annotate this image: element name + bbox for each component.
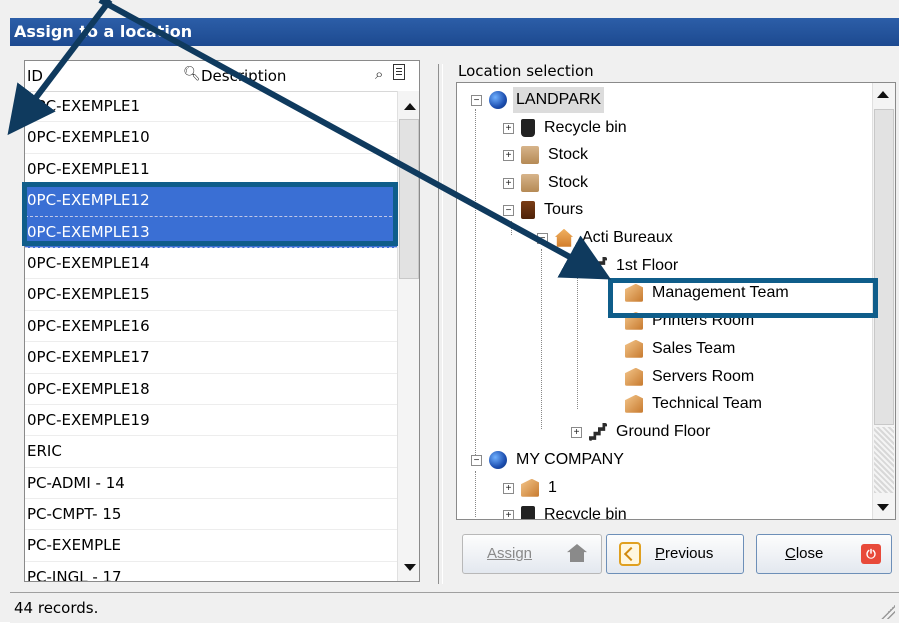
box-icon (521, 145, 539, 164)
close-button[interactable]: Close ⏻ (756, 534, 892, 574)
list-item[interactable]: ERIC (25, 436, 397, 468)
tree-node-1[interactable]: + 1 (503, 475, 560, 501)
location-tree[interactable]: − LANDPARK + Recycle bin + Stock + Stock… (456, 82, 896, 520)
power-icon: ⏻ (861, 544, 881, 564)
list-item[interactable]: PC-EXEMPLE (25, 530, 397, 562)
collapse-icon[interactable]: − (471, 95, 482, 106)
tree-node-stock[interactable]: + Stock (503, 170, 591, 196)
trash-icon (521, 505, 535, 519)
list-item[interactable]: 0PC-EXEMPLE16 (25, 311, 397, 343)
room-icon (521, 478, 539, 497)
stairs-icon (589, 256, 607, 275)
expand-icon[interactable]: + (503, 178, 514, 189)
house-icon (555, 228, 573, 247)
expand-icon[interactable]: + (503, 483, 514, 494)
list-item[interactable]: 0PC-EXEMPLE15 (25, 279, 397, 311)
filter-icon[interactable] (393, 64, 405, 80)
tree-node-sales-team[interactable]: Sales Team (625, 336, 738, 362)
list-item[interactable]: 0PC-EXEMPLE18 (25, 374, 397, 405)
stairs-icon (589, 422, 607, 441)
resize-grip[interactable] (881, 605, 895, 619)
tree-node-my-company[interactable]: − MY COMPANY (471, 447, 627, 473)
list-header: ID 🔍︎ Description ⌕ (25, 61, 419, 92)
list-item-selected[interactable]: 0PC-EXEMPLE12 (25, 185, 397, 217)
previous-button[interactable]: Previous (606, 534, 744, 574)
room-icon (625, 394, 643, 413)
list-item[interactable]: 0PC-EXEMPLE10 (25, 122, 397, 154)
room-icon (625, 283, 643, 302)
tree-node-technical-team[interactable]: Technical Team (625, 391, 765, 417)
window-title: Assign to a location (10, 18, 899, 46)
list-item[interactable]: PC-INGL - 17 (25, 562, 397, 581)
tree-node-recycle-bin-2[interactable]: + Recycle bin (503, 502, 630, 519)
scroll-track[interactable] (874, 427, 894, 493)
list-item-selected[interactable]: 0PC-EXEMPLE13 (25, 216, 397, 248)
tree-node-servers-room[interactable]: Servers Room (625, 364, 757, 390)
collapse-icon[interactable]: − (471, 455, 482, 466)
expand-icon[interactable]: + (503, 123, 514, 134)
tree-node-tours[interactable]: − Tours (503, 197, 586, 223)
globe-icon (489, 90, 507, 109)
box-icon (521, 173, 539, 192)
tree-node-management-team[interactable]: Management Team (625, 280, 792, 306)
tree-node-recycle-bin[interactable]: + Recycle bin (503, 115, 630, 141)
collapse-icon[interactable]: − (571, 261, 582, 272)
assign-button[interactable]: Assign (462, 534, 602, 574)
location-selection-label: Location selection (458, 62, 594, 80)
door-icon (521, 200, 535, 219)
list-item[interactable]: 0PC-EXEMPLE11 (25, 154, 397, 186)
room-icon (625, 339, 643, 358)
tree-node-acti-bureaux[interactable]: − Acti Bureaux (537, 225, 676, 251)
status-bar: 44 records. (10, 592, 899, 623)
back-arrow-icon (619, 542, 641, 566)
home-icon (567, 544, 587, 562)
list-item[interactable]: 0PC-EXEMPLE17 (25, 342, 397, 374)
globe-icon (489, 450, 507, 469)
scroll-up-icon[interactable] (404, 103, 416, 110)
trash-icon (521, 118, 535, 137)
column-header-id[interactable]: ID (27, 67, 43, 85)
list-item[interactable]: 0PC-EXEMPLE14 (25, 248, 397, 280)
expand-icon[interactable]: + (571, 427, 582, 438)
search-icon[interactable]: ⌕ (375, 65, 383, 83)
list-rows: 0PC-EXEMPLE1 0PC-EXEMPLE10 0PC-EXEMPLE11… (25, 91, 397, 581)
expand-icon[interactable]: + (503, 510, 514, 519)
room-icon (625, 311, 643, 330)
list-item[interactable]: 0PC-EXEMPLE19 (25, 405, 397, 437)
scroll-down-icon[interactable] (404, 564, 416, 571)
scroll-down-icon[interactable] (877, 504, 889, 511)
panel-splitter[interactable] (438, 64, 443, 584)
record-count: 44 records. (14, 599, 99, 617)
list-item[interactable]: PC-CMPT- 15 (25, 499, 397, 531)
assign-location-window: Assign to a location ID 🔍︎ Description ⌕… (0, 0, 899, 623)
list-scrollbar[interactable] (397, 91, 419, 581)
scroll-thumb[interactable] (399, 119, 419, 279)
tree-node-ground-floor[interactable]: + Ground Floor (571, 419, 713, 445)
column-header-description[interactable]: Description (201, 67, 286, 85)
scroll-thumb[interactable] (874, 109, 894, 425)
tree-node-printers-room[interactable]: Printers Room (625, 308, 757, 334)
collapse-icon[interactable]: − (537, 233, 548, 244)
room-icon (625, 367, 643, 386)
expand-icon[interactable]: + (503, 150, 514, 161)
tree-node-landpark[interactable]: − LANDPARK (471, 87, 605, 113)
scroll-up-icon[interactable] (877, 91, 889, 98)
collapse-icon[interactable]: − (503, 205, 514, 216)
tree-node-1st-floor[interactable]: − 1st Floor (571, 253, 681, 279)
tree-node-stock[interactable]: + Stock (503, 142, 591, 168)
tree-scrollbar[interactable] (872, 83, 895, 519)
list-item[interactable]: PC-ADMI - 14 (25, 468, 397, 500)
list-item[interactable]: 0PC-EXEMPLE1 (25, 91, 397, 123)
record-list[interactable]: ID 🔍︎ Description ⌕ 0PC-EXEMPLE1 0PC-EXE… (24, 60, 420, 582)
magnifier-icon: 🔍︎ (183, 66, 201, 82)
